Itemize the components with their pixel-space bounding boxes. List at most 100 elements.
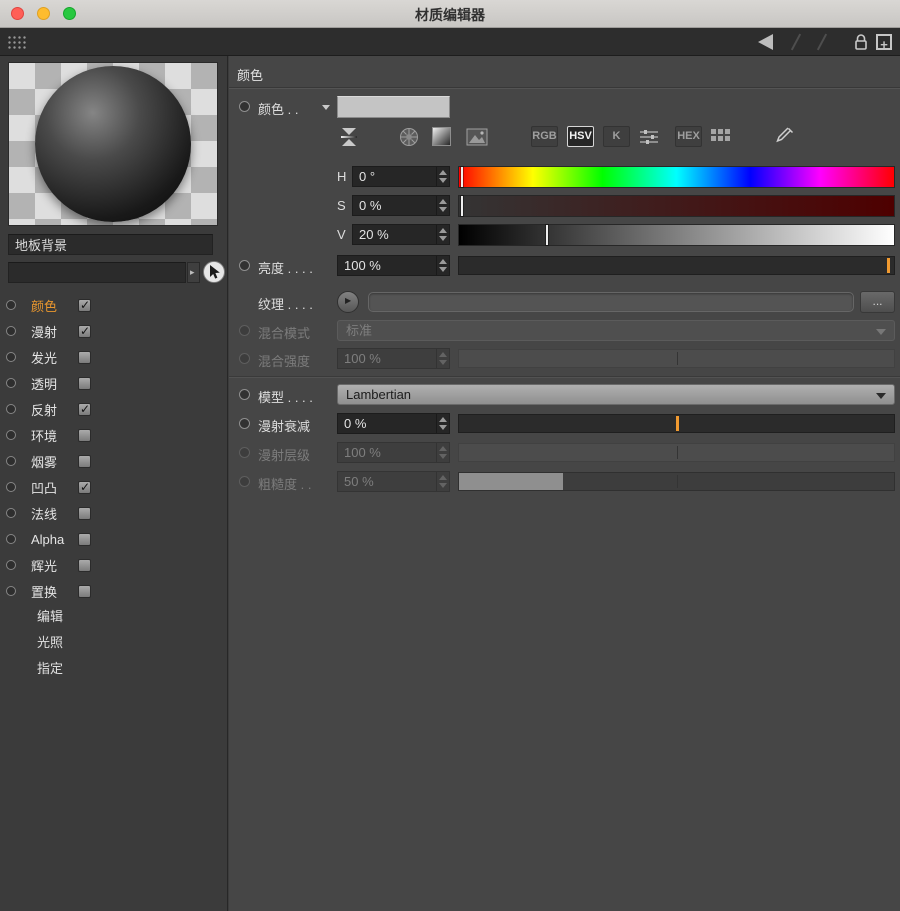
channel-label[interactable]: 漫射	[31, 322, 78, 341]
channel-checkbox[interactable]	[78, 559, 91, 572]
mode-rgb-button[interactable]: RGB	[531, 126, 558, 147]
chevron-down-icon[interactable]	[322, 105, 330, 110]
eyedropper-icon[interactable]	[773, 125, 796, 153]
compact-picker-icon[interactable]	[337, 125, 361, 154]
diffuse-falloff-spinner[interactable]: 0 %	[337, 413, 450, 434]
sidebar-item-editor[interactable]: 编辑	[0, 604, 228, 630]
channel-row-displacement[interactable]: 置换	[0, 578, 228, 604]
channel-checkbox[interactable]	[78, 325, 91, 338]
add-material-button[interactable]	[876, 34, 892, 50]
v-spinner[interactable]: 20 %	[352, 224, 450, 245]
channel-label[interactable]: 辉光	[31, 556, 78, 575]
saturation-gradient-slider[interactable]	[458, 195, 895, 217]
hue-row: H 0 °	[229, 166, 900, 188]
spectrum-icon[interactable]	[432, 127, 451, 146]
channel-row-color[interactable]: 颜色	[0, 292, 228, 318]
h-spinner[interactable]: 0 °	[352, 166, 450, 187]
animation-dot-icon[interactable]	[239, 260, 250, 271]
slider-knob[interactable]	[887, 258, 890, 273]
swatches-icon[interactable]	[711, 129, 730, 148]
value-gradient-slider[interactable]	[458, 224, 895, 246]
channel-row-normal[interactable]: 法线	[0, 500, 228, 526]
channel-dot-icon	[6, 508, 16, 518]
channel-row-luminance[interactable]: 发光	[0, 344, 228, 370]
channel-checkbox[interactable]	[78, 403, 91, 416]
animation-dot-icon[interactable]	[239, 101, 250, 112]
diffuse-falloff-row: 漫射衰减 0 %	[229, 413, 900, 435]
mode-hsv-button[interactable]: HSV	[567, 126, 594, 147]
material-name-input[interactable]	[8, 234, 213, 255]
channel-label[interactable]: 法线	[31, 504, 78, 523]
grip-dots-icon[interactable]	[7, 35, 28, 49]
channel-checkbox[interactable]	[78, 533, 91, 546]
texture-path-field[interactable]	[368, 292, 854, 312]
color-swatch[interactable]	[337, 96, 450, 118]
channel-dot-icon	[6, 534, 16, 544]
mode-k-button[interactable]: K	[603, 126, 630, 147]
channel-row-bump[interactable]: 凹凸	[0, 474, 228, 500]
channel-checkbox[interactable]	[78, 507, 91, 520]
back-arrow-icon[interactable]	[758, 34, 773, 50]
channel-label[interactable]: 透明	[31, 374, 78, 393]
mixer-icon[interactable]	[639, 129, 659, 150]
object-picker-icon[interactable]	[203, 261, 225, 283]
material-preview[interactable]	[8, 62, 218, 226]
channel-row-glow[interactable]: 辉光	[0, 552, 228, 578]
s-spinner[interactable]: 0 %	[352, 195, 450, 216]
lock-icon[interactable]	[853, 33, 869, 56]
saturation-marker[interactable]	[461, 196, 463, 216]
channel-checkbox[interactable]	[78, 455, 91, 468]
image-icon[interactable]	[466, 128, 488, 151]
animation-dot-icon	[239, 447, 250, 458]
channel-label[interactable]: 烟雾	[31, 452, 78, 471]
hue-gradient-slider[interactable]	[458, 166, 895, 188]
slider-knob[interactable]	[676, 416, 679, 431]
channel-checkbox[interactable]	[78, 429, 91, 442]
channel-checkbox[interactable]	[78, 377, 91, 390]
channel-label[interactable]: 环境	[31, 426, 78, 445]
stepper-arrows-icon[interactable]	[436, 414, 449, 433]
channel-row-fog[interactable]: 烟雾	[0, 448, 228, 474]
texture-expand-button[interactable]	[337, 291, 359, 313]
channel-checkbox[interactable]	[78, 481, 91, 494]
hue-marker[interactable]	[461, 167, 463, 187]
diffuse-falloff-slider[interactable]	[458, 414, 895, 433]
stepper-arrows-icon[interactable]	[436, 225, 449, 244]
channel-label[interactable]: Alpha	[31, 532, 78, 547]
color-row: 颜色 . .	[229, 96, 900, 118]
channel-checkbox[interactable]	[78, 351, 91, 364]
texture-browse-button[interactable]: ...	[860, 291, 895, 313]
brightness-spinner[interactable]: 100 %	[337, 255, 450, 276]
channel-row-diffusion[interactable]: 漫射	[0, 318, 228, 344]
channel-label[interactable]: 置换	[31, 582, 78, 601]
animation-dot-icon	[239, 325, 250, 336]
channel-checkbox[interactable]	[78, 585, 91, 598]
material-select-input[interactable]	[8, 262, 186, 283]
channel-row-environment[interactable]: 环境	[0, 422, 228, 448]
color-wheel-icon[interactable]	[398, 126, 420, 153]
channel-label[interactable]: 反射	[31, 400, 78, 419]
channel-row-transparency[interactable]: 透明	[0, 370, 228, 396]
channel-label[interactable]: 发光	[31, 348, 78, 367]
select-expand-button[interactable]	[187, 262, 200, 283]
sidebar-item-illumination[interactable]: 光照	[0, 630, 228, 656]
forward-arrow-dimmed-icon	[783, 33, 835, 51]
stepper-arrows-icon[interactable]	[436, 256, 449, 275]
channel-label[interactable]: 凹凸	[31, 478, 78, 497]
animation-dot-icon[interactable]	[239, 389, 250, 400]
channel-checkbox[interactable]	[78, 299, 91, 312]
value-marker[interactable]	[546, 225, 548, 245]
model-dropdown[interactable]: Lambertian	[337, 384, 895, 405]
mix-strength-spinner: 100 %	[337, 348, 450, 369]
channel-label[interactable]: 颜色	[31, 296, 78, 315]
animation-dot-icon[interactable]	[239, 418, 250, 429]
brightness-slider[interactable]	[458, 256, 895, 275]
sidebar-item-assign[interactable]: 指定	[0, 656, 228, 682]
stepper-arrows-icon[interactable]	[436, 167, 449, 186]
channel-dot-icon	[6, 456, 16, 466]
stepper-arrows-icon[interactable]	[436, 196, 449, 215]
channel-dot-icon	[6, 326, 16, 336]
mode-hex-button[interactable]: HEX	[675, 126, 702, 147]
channel-row-reflectance[interactable]: 反射	[0, 396, 228, 422]
channel-row-alpha[interactable]: Alpha	[0, 526, 228, 552]
